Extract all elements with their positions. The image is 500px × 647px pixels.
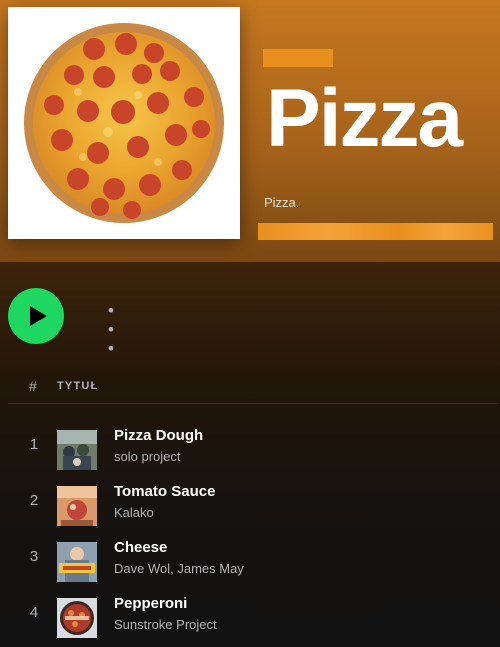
column-number: # <box>29 378 37 394</box>
track-row[interactable]: 4 Pepperoni Sunstroke Project <box>0 590 500 646</box>
play-button[interactable] <box>8 288 64 344</box>
track-title[interactable]: Cheese <box>114 539 167 556</box>
track-title[interactable]: Tomato Sauce <box>114 483 215 500</box>
track-title[interactable]: Pepperoni <box>114 595 187 612</box>
track-cover-image <box>57 486 97 526</box>
track-number: 4 <box>29 604 39 621</box>
column-title[interactable]: TYTUŁ <box>57 380 98 392</box>
playlist-type-label <box>263 49 333 67</box>
track-cover-image <box>57 598 97 638</box>
playlist-title: Pizza <box>266 73 463 164</box>
track-artist[interactable]: Dave Wol, James May <box>114 561 244 576</box>
track-number: 2 <box>29 492 39 509</box>
playlist-header: Pizza Pizza. <box>0 0 500 262</box>
playlist-meta <box>258 223 493 240</box>
track-cover-image <box>57 430 97 470</box>
more-options-button[interactable]: • • • <box>92 300 132 358</box>
track-artist[interactable]: Sunstroke Project <box>114 617 217 632</box>
track-number: 1 <box>29 436 39 453</box>
track-list-header: # TYTUŁ <box>0 375 500 403</box>
track-row[interactable]: 3 Cheese Dave Wol, James May <box>0 534 500 590</box>
track-title[interactable]: Pizza Dough <box>114 427 203 444</box>
playlist-cover-image <box>8 7 240 239</box>
track-row[interactable]: 2 Tomato Sauce Kalako <box>0 478 500 534</box>
track-number: 3 <box>29 548 39 565</box>
header-divider <box>8 403 498 404</box>
track-row[interactable]: 1 Pizza Dough solo project <box>0 422 500 478</box>
track-artist[interactable]: Kalako <box>114 505 154 520</box>
track-artist[interactable]: solo project <box>114 449 180 464</box>
track-cover-image <box>57 542 97 582</box>
playlist-description: Pizza. <box>264 195 300 210</box>
play-icon <box>29 306 47 326</box>
